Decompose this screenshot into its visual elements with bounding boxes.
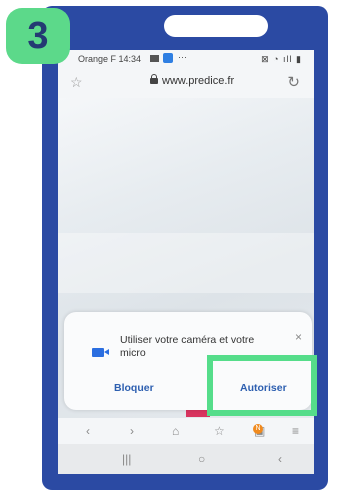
system-home-icon[interactable]: ○ <box>198 452 205 466</box>
status-carrier-time: Orange F 14:34 <box>78 54 142 64</box>
highlight-frame <box>207 355 317 416</box>
status-right-icons: ⊠ ◔ ıll ▮ <box>261 54 302 64</box>
reload-icon[interactable]: ↻ <box>287 73 300 91</box>
home-icon[interactable]: ⌂ <box>172 424 179 438</box>
system-nav-bar: ||| ○ ‹ <box>58 444 314 474</box>
menu-icon[interactable]: ≡ <box>292 424 299 438</box>
status-bar: Orange F 14:34 ··· ⊠ ◔ ıll ▮ <box>58 50 314 68</box>
mail-icon <box>150 55 159 62</box>
lock-icon <box>150 74 158 84</box>
recents-icon[interactable]: ||| <box>122 452 131 466</box>
browser-toolbar: ‹ › ⌂ ☆ ▣ ≡ <box>58 418 314 444</box>
more-notifications-icon: ··· <box>178 52 187 62</box>
notification-badge: N <box>253 424 263 434</box>
system-back-icon[interactable]: ‹ <box>278 452 282 466</box>
address-bar[interactable]: ☆ www.predice.fr ↻ <box>58 68 314 98</box>
phone-speaker <box>164 15 268 37</box>
block-button[interactable]: Bloquer <box>114 382 154 394</box>
step-number-badge: 3 <box>6 8 70 64</box>
forward-icon[interactable]: › <box>130 424 134 438</box>
content-band <box>58 233 314 293</box>
camera-icon <box>92 348 109 357</box>
bookmark-star-icon[interactable]: ☆ <box>70 74 83 91</box>
back-icon[interactable]: ‹ <box>86 424 90 438</box>
app-notification-icon <box>163 53 173 63</box>
close-icon[interactable]: × <box>295 330 302 344</box>
url-text[interactable]: www.predice.fr <box>162 75 234 87</box>
bookmarks-icon[interactable]: ☆ <box>214 424 225 438</box>
